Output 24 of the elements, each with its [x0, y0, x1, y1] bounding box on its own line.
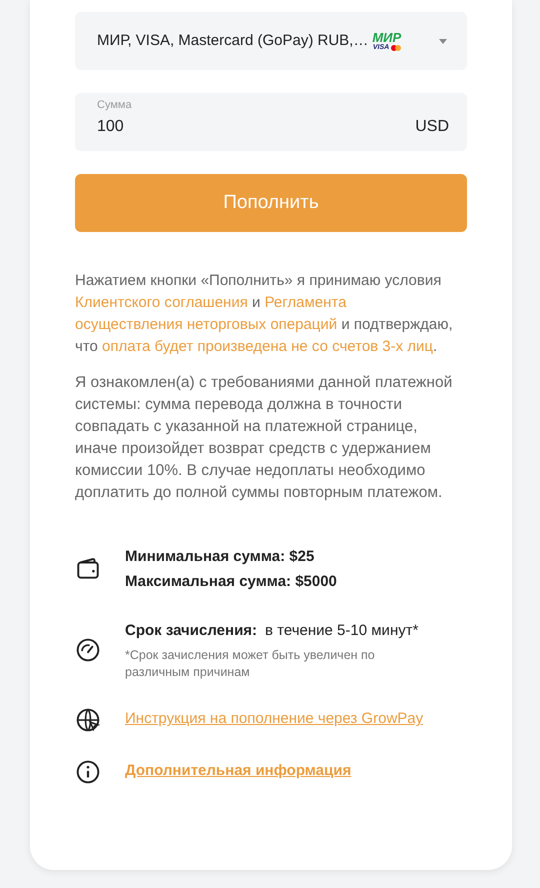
speedometer-icon	[75, 637, 101, 664]
credit-time-value: в течение 5-10 минут*	[265, 621, 418, 641]
info-icon	[75, 758, 101, 784]
footnote-text: *Срок зачисления может быть увеличен по различным причинам	[125, 646, 376, 680]
field-label: Сумма	[97, 98, 133, 112]
globe-icon	[75, 706, 101, 732]
agreement-link[interactable]: Регламента	[264, 294, 346, 311]
amount-field[interactable]: Сумма 100 USD	[75, 93, 467, 151]
select-value: МИР, VISA, Mastercard (GoPay) RUB,…	[97, 30, 368, 51]
agreement-link[interactable]: счетов 3-х лиц	[332, 338, 434, 355]
limit-text: Минимальная сумма: $25	[125, 547, 316, 567]
agreement-link[interactable]: осуществления неторговых операций	[75, 316, 338, 333]
more-info-link[interactable]: Дополнительная информация	[125, 760, 352, 783]
dropdown-caret-icon	[439, 38, 447, 44]
instruction-link[interactable]: Инструкция на пополнение через GrowPay	[125, 708, 424, 731]
consent-text: Нажатием кнопки «Пополнить» я принимаю условия Клиентского соглашения и Регламента осуществления неторговых операций и подтверждаю, что оплата будет произведена не со счетов 3-х лиц.	[75, 271, 454, 357]
credit-time-label: Срок зачисления:	[125, 621, 258, 641]
agreement-link[interactable]: оплата будет произведена не со	[102, 338, 328, 355]
limit-text: Максимальная сумма: $5000	[125, 572, 337, 592]
amount-value: 100	[97, 117, 124, 137]
currency-label: USD	[415, 117, 449, 137]
notice-text: Я ознакомлен(а) с требованиями данной платежной системы: сумма перевода должна в точности совпадать с указанной на платежной странице, иначе произойдет возврат средств с удержанием комиссии 10%. В случае недоплаты необходимо доплатить до полной суммы повторным платежом.	[75, 373, 454, 503]
top-up-button[interactable]: Пополнить	[75, 174, 467, 232]
agreement-link[interactable]: Клиентского соглашения	[75, 294, 248, 311]
